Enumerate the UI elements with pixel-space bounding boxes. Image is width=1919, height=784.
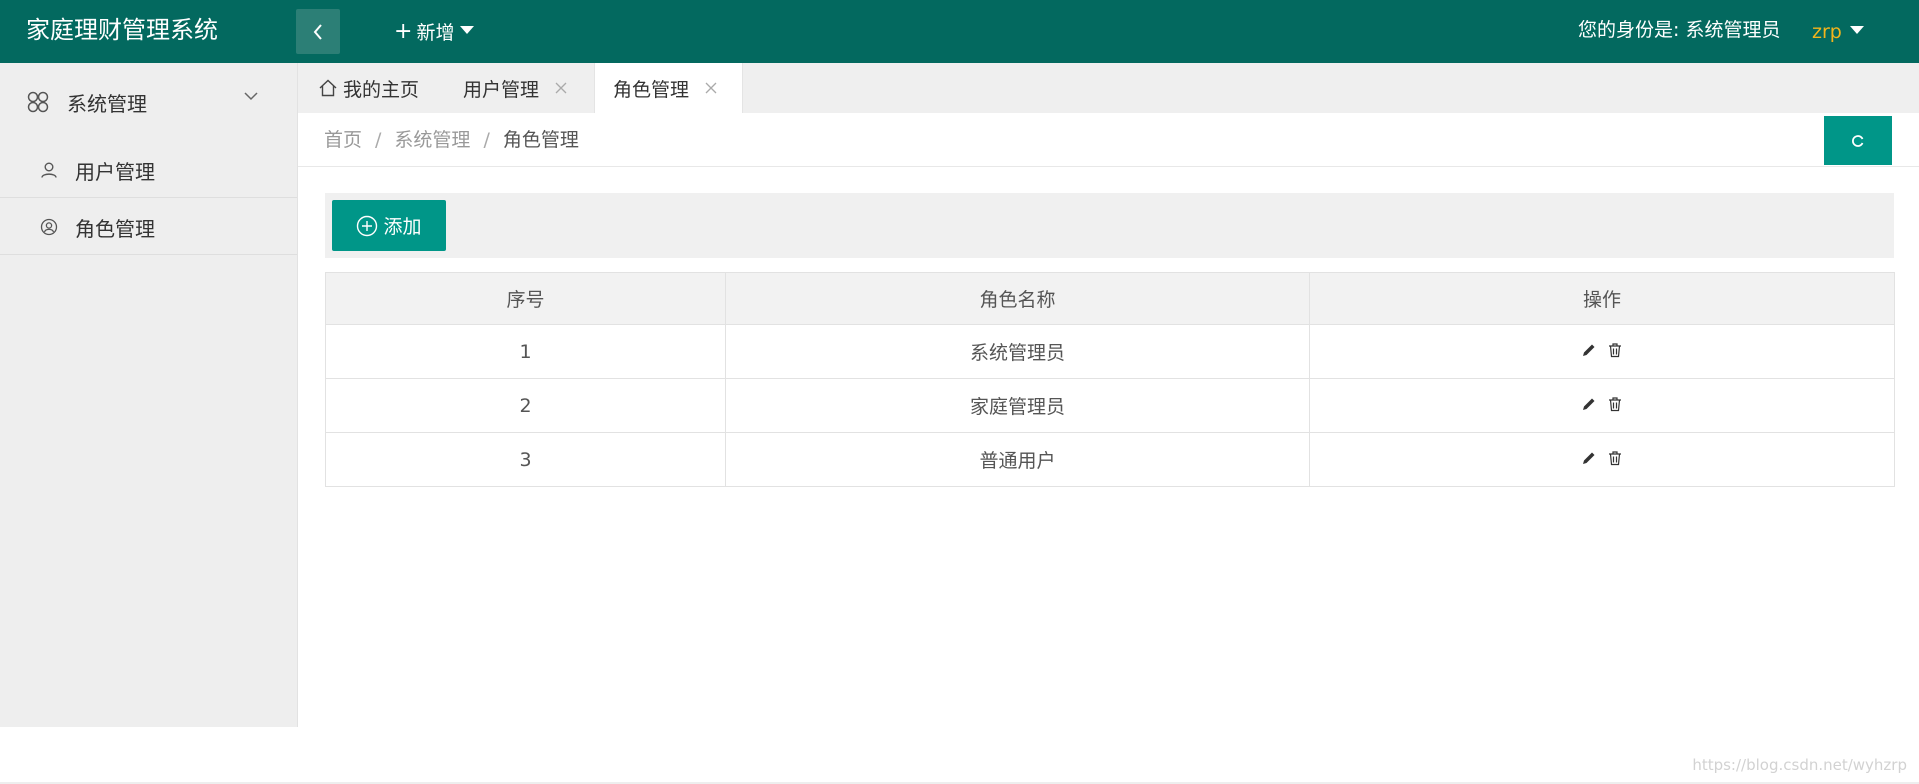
breadcrumb-current: 角色管理: [502, 129, 579, 151]
user-menu[interactable]: zrp: [1812, 0, 1864, 63]
trash-icon[interactable]: [1607, 342, 1623, 358]
close-icon[interactable]: [705, 82, 717, 94]
plus-circle-icon: [357, 215, 378, 236]
home-icon: [319, 79, 337, 97]
cell-actions: [1309, 324, 1895, 379]
cluster-icon: [27, 91, 49, 113]
refresh-button[interactable]: [1824, 116, 1892, 165]
tab-label: 我的主页: [343, 78, 420, 101]
caret-down-icon: [1849, 25, 1864, 34]
identity-text: 您的身份是: 系统管理员: [1578, 19, 1781, 41]
cell-index: 3: [325, 432, 726, 487]
trash-icon[interactable]: [1607, 396, 1623, 412]
cell-index: 1: [325, 324, 726, 379]
sidebar-item-users[interactable]: 用户管理: [0, 141, 297, 198]
sidebar: 系统管理 用户管理 角色管理: [0, 63, 298, 727]
cell-actions: [1309, 432, 1895, 487]
plus-icon: +: [394, 19, 413, 44]
tab-role-management[interactable]: 角色管理: [594, 63, 743, 113]
top-header: 家庭理财管理系统 + 新增 您的身份是: 系统管理员 zrp: [0, 0, 1919, 63]
tab-label: 角色管理: [613, 78, 690, 101]
sidebar-group-label: 系统管理: [67, 92, 147, 116]
table-row: 3 普通用户: [325, 432, 1895, 487]
cell-index: 2: [325, 378, 726, 433]
add-button-label: 添加: [383, 216, 422, 238]
cell-actions: [1309, 378, 1895, 433]
sidebar-item-label: 用户管理: [75, 160, 155, 184]
new-menu[interactable]: + 新增: [394, 0, 475, 63]
tab-bar: 我的主页 用户管理 角色管理: [298, 63, 1919, 113]
breadcrumb-system[interactable]: 系统管理: [394, 129, 470, 151]
username: zrp: [1812, 20, 1842, 43]
breadcrumb-separator: /: [483, 129, 490, 151]
column-header-index: 序号: [325, 272, 726, 325]
watermark: https://blog.csdn.net/wyhzrp: [1692, 756, 1907, 774]
cell-role-name: 系统管理员: [725, 324, 1310, 379]
tab-label: 用户管理: [463, 78, 540, 101]
close-icon[interactable]: [555, 82, 567, 94]
table-toolbar: 添加: [325, 193, 1894, 258]
user-icon: [41, 162, 57, 178]
edit-icon[interactable]: [1581, 450, 1597, 466]
sidebar-item-label: 角色管理: [75, 217, 155, 241]
user-circle-icon: [40, 218, 58, 236]
trash-icon[interactable]: [1607, 450, 1623, 466]
breadcrumb-home[interactable]: 首页: [324, 129, 362, 151]
breadcrumb: 首页 / 系统管理 / 角色管理: [324, 125, 579, 152]
edit-icon[interactable]: [1581, 396, 1597, 412]
cell-role-name: 普通用户: [725, 432, 1310, 487]
page-bottom: [0, 727, 1919, 784]
table-header-row: 序号 角色名称 操作: [325, 272, 1895, 325]
breadcrumb-separator: /: [375, 129, 382, 151]
role-table: 序号 角色名称 操作 1 系统管理员 2 家庭管理员 3 普通用户: [325, 272, 1895, 487]
sidebar-group-system[interactable]: 系统管理: [0, 63, 297, 141]
column-header-actions: 操作: [1309, 272, 1895, 325]
chevron-down-icon: [244, 92, 258, 101]
caret-down-icon: [460, 25, 475, 34]
tab-user-management[interactable]: 用户管理: [463, 63, 567, 113]
new-menu-label: 新增: [416, 22, 455, 44]
table-row: 2 家庭管理员: [325, 378, 1895, 433]
chevron-left-icon: [313, 23, 322, 40]
table-row: 1 系统管理员: [325, 324, 1895, 379]
sidebar-collapse-button[interactable]: [296, 9, 340, 54]
tab-home[interactable]: 我的主页: [318, 63, 419, 113]
sidebar-item-roles[interactable]: 角色管理: [0, 198, 297, 255]
cell-role-name: 家庭管理员: [725, 378, 1310, 433]
column-header-role-name: 角色名称: [725, 272, 1310, 325]
app-title: 家庭理财管理系统: [26, 16, 218, 44]
refresh-icon: [1852, 134, 1864, 147]
add-button[interactable]: 添加: [332, 200, 446, 251]
breadcrumb-bar: 首页 / 系统管理 / 角色管理: [298, 113, 1919, 167]
edit-icon[interactable]: [1581, 342, 1597, 358]
